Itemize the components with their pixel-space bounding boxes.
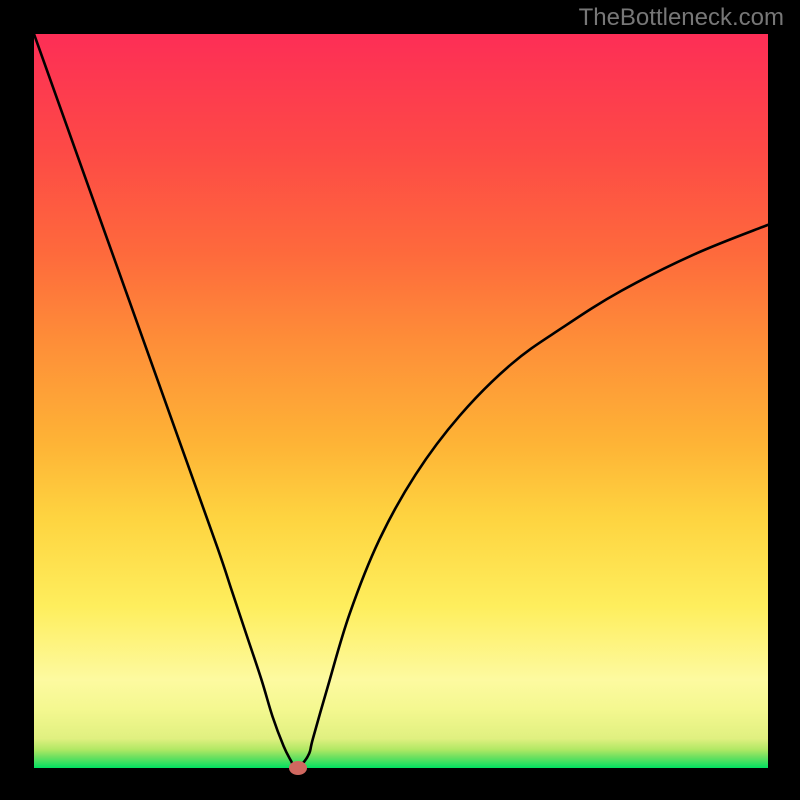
bottleneck-curve <box>34 34 768 768</box>
bottleneck-chart <box>34 34 768 768</box>
attribution-text: TheBottleneck.com <box>579 4 784 32</box>
minimum-marker <box>289 761 307 775</box>
